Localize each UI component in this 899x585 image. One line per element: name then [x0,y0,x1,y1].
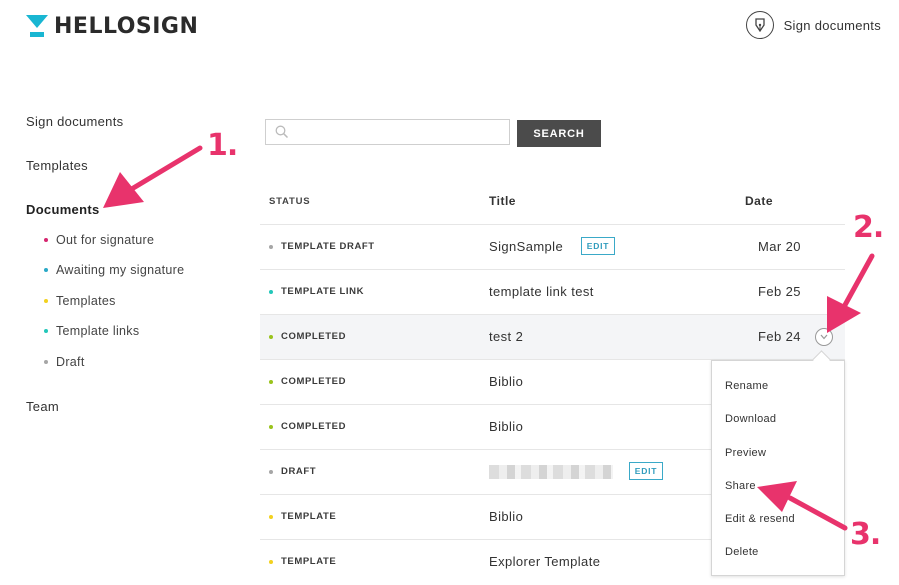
sidebar-item-templates[interactable]: Templates [26,158,88,176]
status-dot [269,379,273,384]
sign-documents-header-label: Sign documents [783,17,881,33]
sidebar-subitem-label: Draft [56,355,85,369]
redacted-title [489,465,613,479]
sidebar-subitem-label: Templates [56,294,116,308]
status-dot [269,334,273,339]
date-cell: Mar 20 [758,239,801,254]
status-cell: TEMPLATE [269,556,336,567]
status-cell: TEMPLATE LINK [269,286,364,297]
title-cell: Biblio [489,509,524,524]
status-dot [44,268,48,272]
sidebar-item-documents[interactable]: Documents [26,202,100,220]
title-cell: SignSample [489,239,564,254]
table-row[interactable]: COMPLETED test 2 Feb 24 [260,314,845,359]
status-cell: DRAFT [269,466,316,477]
status-label: TEMPLATE LINK [281,286,365,297]
annotation-arrow-1 [103,145,203,208]
search-button[interactable]: SEARCH [517,120,601,147]
status-dot [269,559,273,564]
column-header-title: Title [489,194,516,208]
search-input[interactable] [294,122,508,144]
status-dot [269,469,273,474]
status-cell: COMPLETED [269,421,346,432]
menu-item-rename[interactable]: Rename [725,380,768,392]
sign-documents-header-button[interactable]: Sign documents [745,11,881,39]
status-cell: COMPLETED [269,331,346,342]
search-icon [275,125,289,139]
status-dot [44,360,48,364]
table-row[interactable]: TEMPLATE LINK template link test Feb 25 [260,269,845,314]
date-cell: Feb 24 [758,329,801,344]
edit-button[interactable]: EDIT [629,462,663,480]
sidebar-subitem-label: Out for signature [56,233,155,247]
annotation-step-2: 2. [853,210,884,245]
sidebar-subitem-template-links[interactable]: Template links [44,324,139,338]
date-cell: Feb 25 [758,284,801,299]
status-label: COMPLETED [281,331,347,342]
sidebar-subitem-label: Awaiting my signature [56,263,185,277]
status-label: TEMPLATE [281,556,337,567]
sidebar-subitem-awaiting-my-signature[interactable]: Awaiting my signature [44,263,184,277]
row-actions-menu: Rename Download Preview Share Edit & res… [711,350,845,576]
annotation-step-3: 3. [850,517,881,552]
sidebar-item-sign-documents[interactable]: Sign documents [26,114,123,132]
status-label: DRAFT [281,466,317,477]
sidebar-subitem-draft[interactable]: Draft [44,355,85,369]
sidebar-subitem-label: Template links [56,324,140,338]
menu-item-edit-resend[interactable]: Edit & resend [725,513,795,525]
logo-text: HELLOSIGN [54,14,199,39]
title-cell: template link test [489,284,594,299]
status-dot [44,238,48,242]
status-label: COMPLETED [281,421,347,432]
chevron-down-icon [820,334,828,340]
sidebar-subitem-templates[interactable]: Templates [44,294,116,308]
status-cell: TEMPLATE [269,511,336,522]
hellosign-logo-icon [26,14,48,37]
status-dot [269,514,273,519]
menu-item-download[interactable]: Download [725,413,776,425]
status-dot [44,329,48,333]
sidebar-subitem-out-for-signature[interactable]: Out for signature [44,233,154,247]
status-dot [269,289,273,294]
hellosign-logo[interactable]: HELLOSIGN [26,14,198,39]
status-dot [269,424,273,429]
title-cell: Explorer Template [489,554,601,569]
status-label: TEMPLATE DRAFT [281,241,375,252]
column-header-date: Date [745,194,774,208]
sidebar-item-team[interactable]: Team [26,399,59,417]
edit-button[interactable]: EDIT [581,237,615,255]
title-cell: test 2 [489,329,524,344]
column-header-status: STATUS [269,196,311,207]
menu-item-preview[interactable]: Preview [725,447,766,459]
search-box [265,119,510,145]
row-menu-toggle[interactable] [815,328,833,346]
annotation-step-1: 1. [207,128,238,163]
status-cell: TEMPLATE DRAFT [269,241,375,252]
status-dot [44,299,48,303]
status-label: COMPLETED [281,376,347,387]
status-dot [269,244,273,249]
table-row[interactable]: TEMPLATE DRAFT SignSample EDIT Mar 20 [260,224,845,269]
status-cell: COMPLETED [269,376,346,387]
menu-item-share[interactable]: Share [725,480,756,492]
title-cell: Biblio [489,419,524,434]
menu-item-delete[interactable]: Delete [725,546,759,558]
pen-nib-icon [745,11,774,39]
title-cell: Biblio [489,374,524,389]
status-label: TEMPLATE [281,511,337,522]
